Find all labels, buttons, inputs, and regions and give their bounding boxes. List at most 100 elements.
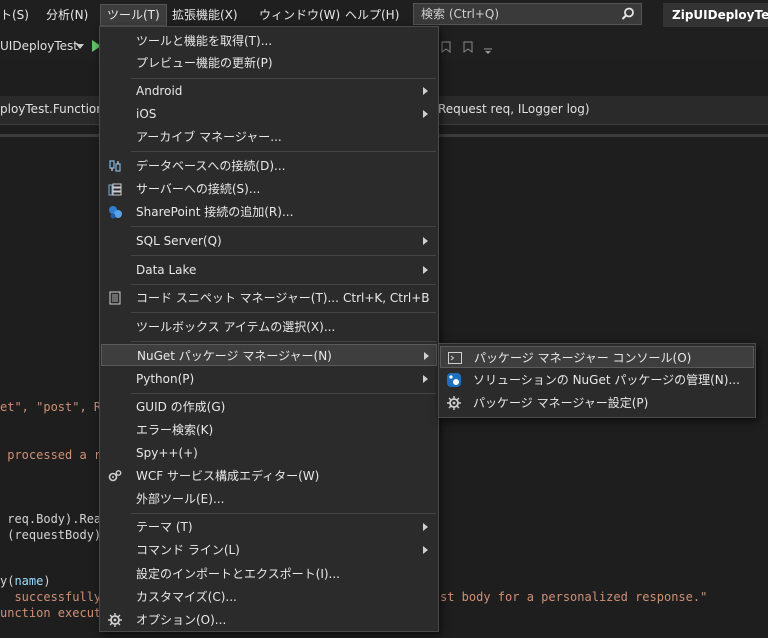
snippet-icon <box>109 291 121 305</box>
server-connect-icon <box>108 183 122 196</box>
menu-item-label: サーバーへの接続(S)... <box>136 182 261 196</box>
menu-item-label: コマンド ライン(L) <box>136 543 240 557</box>
menu-separator <box>131 284 436 285</box>
menu-item-data-lake[interactable]: Data Lake <box>101 259 437 281</box>
menu-item-label: オプション(O)... <box>136 613 227 627</box>
menu-item-label: パッケージ マネージャー設定(P) <box>473 396 649 410</box>
menu-item-android[interactable]: Android <box>101 80 437 102</box>
menu-test[interactable]: ト(S) <box>0 6 29 24</box>
menu-item-label: Spy++(+) <box>136 446 198 460</box>
menu-item-archive-manager[interactable]: アーカイブ マネージャー... <box>101 126 437 148</box>
menu-item-shortcut: Ctrl+K, Ctrl+B <box>343 291 430 305</box>
menu-item-label: NuGet パッケージ マネージャー(N) <box>137 349 332 363</box>
menu-item-external-tools[interactable]: 外部ツール(E)... <box>101 488 437 510</box>
nuget-icon <box>447 373 461 387</box>
menu-item-label: ソリューションの NuGet パッケージの管理(N)... <box>473 373 740 387</box>
menu-item-command-line[interactable]: コマンド ライン(L) <box>101 539 437 561</box>
code-line: (requestBody); <box>0 527 108 543</box>
menu-separator <box>131 341 436 342</box>
code-line: st body for a personalized response." <box>440 589 707 605</box>
search-box[interactable]: 検索 (Ctrl+Q) <box>413 3 642 25</box>
code-text: successfully. <box>0 590 109 604</box>
menu-analyze[interactable]: 分析(N) <box>46 6 88 24</box>
menu-tools[interactable]: ツール(T) <box>100 4 167 26</box>
menu-help[interactable]: ヘルプ(H) <box>345 6 399 24</box>
menu-item-snippet-manager[interactable]: コード スニペット マネージャー(T)... Ctrl+K, Ctrl+B <box>101 287 437 309</box>
code-text: unction execut <box>0 606 102 620</box>
gears-icon <box>108 470 122 482</box>
code-line: successfully. <box>0 589 108 605</box>
overflow-icon[interactable] <box>484 48 492 54</box>
code-line: unction execut <box>0 605 101 621</box>
bookmark-icon[interactable] <box>463 41 473 53</box>
menu-item-update-preview[interactable]: プレビュー機能の更新(P) <box>101 52 437 74</box>
code-line: req.Body).Read <box>0 511 108 527</box>
search-icon <box>621 7 634 20</box>
menu-extensions[interactable]: 拡張機能(X) <box>172 6 238 24</box>
gear-icon <box>108 613 122 627</box>
console-icon <box>448 352 462 364</box>
menu-item-package-manager-console[interactable]: パッケージ マネージャー コンソール(O) <box>440 346 754 368</box>
chevron-right-icon <box>424 352 429 360</box>
menu-item-label: 設定のインポートとエクスポート(I)... <box>136 567 340 581</box>
chevron-right-icon <box>423 110 428 118</box>
database-connect-icon <box>109 160 121 172</box>
menu-item-label: Data Lake <box>136 263 197 277</box>
code-line: processed a r <box>0 447 101 463</box>
menu-item-label: Android <box>136 84 183 98</box>
menu-item-connect-database[interactable]: データベースへの接続(D)... <box>101 155 437 177</box>
startup-project-combo[interactable]: UIDeployTest <box>0 39 78 53</box>
menu-item-spy[interactable]: Spy++(+) <box>101 442 437 464</box>
menu-item-customize[interactable]: カスタマイズ(C)... <box>101 586 437 608</box>
menu-item-label: プレビュー機能の更新(P) <box>136 56 273 70</box>
code-text: processed a r <box>0 448 102 462</box>
menu-item-label: Python(P) <box>136 372 195 386</box>
menu-item-create-guid[interactable]: GUID の作成(G) <box>101 396 437 418</box>
code-line: et", "post", R <box>0 399 101 415</box>
menu-item-label: WCF サービス構成エディター(W) <box>136 469 320 483</box>
code-text: (requestBody); <box>0 528 109 542</box>
type-dropdown[interactable]: ployTest.Function1 <box>0 102 112 116</box>
tools-menu: ツールと機能を取得(T)... プレビュー機能の更新(P) Android iO… <box>99 26 439 632</box>
menu-item-error-lookup[interactable]: エラー検索(K) <box>101 419 437 441</box>
menu-item-toolbox-items[interactable]: ツールボックス アイテムの選択(X)... <box>101 316 437 338</box>
menu-separator <box>131 78 436 79</box>
menu-item-label: ツールと機能を取得(T)... <box>136 34 273 48</box>
code-text: et", "post", R <box>0 400 102 414</box>
solution-title: ZipUIDeployTest <box>663 3 768 27</box>
menu-item-add-sharepoint[interactable]: SharePoint 接続の追加(R)... <box>101 201 437 223</box>
bookmark-icon[interactable] <box>441 41 451 53</box>
menu-item-python[interactable]: Python(P) <box>101 368 437 390</box>
menu-item-wcf-editor[interactable]: WCF サービス構成エディター(W) <box>101 465 437 487</box>
menu-item-label: パッケージ マネージャー コンソール(O) <box>474 351 692 365</box>
menu-item-manage-nuget-packages[interactable]: ソリューションの NuGet パッケージの管理(N)... <box>440 369 754 391</box>
menu-separator <box>131 393 436 394</box>
menu-item-theme[interactable]: テーマ (T) <box>101 516 437 538</box>
menu-item-options[interactable]: オプション(O)... <box>101 609 437 631</box>
menu-item-connect-server[interactable]: サーバーへの接続(S)... <box>101 178 437 200</box>
member-dropdown[interactable]: Request req, ILogger log) <box>438 102 590 116</box>
menu-item-sql-server[interactable]: SQL Server(Q) <box>101 230 437 252</box>
menu-item-ios[interactable]: iOS <box>101 103 437 125</box>
menu-item-label: データベースへの接続(D)... <box>136 159 286 173</box>
menu-item-import-export[interactable]: 設定のインポートとエクスポート(I)... <box>101 563 437 585</box>
menu-separator <box>131 312 436 313</box>
menu-window[interactable]: ウィンドウ(W) <box>259 6 340 24</box>
code-text: req.Body).Read <box>0 512 109 526</box>
menu-separator <box>131 151 436 152</box>
search-placeholder: 検索 (Ctrl+Q) <box>421 7 500 21</box>
chevron-down-icon[interactable] <box>76 44 84 49</box>
gear-icon <box>447 396 461 410</box>
code-text: y( <box>0 574 15 588</box>
menu-item-package-manager-settings[interactable]: パッケージ マネージャー設定(P) <box>440 392 754 414</box>
chevron-right-icon <box>423 237 428 245</box>
chevron-right-icon <box>423 266 428 274</box>
menu-item-label: iOS <box>136 107 157 121</box>
menu-item-label: 外部ツール(E)... <box>136 492 225 506</box>
menu-item-label: SharePoint 接続の追加(R)... <box>136 205 294 219</box>
code-identifier: name <box>14 574 44 588</box>
menu-separator <box>131 513 436 514</box>
menu-item-nuget[interactable]: NuGet パッケージ マネージャー(N) <box>101 344 437 366</box>
chevron-right-icon <box>423 523 428 531</box>
menu-item-get-tools[interactable]: ツールと機能を取得(T)... <box>101 30 437 52</box>
